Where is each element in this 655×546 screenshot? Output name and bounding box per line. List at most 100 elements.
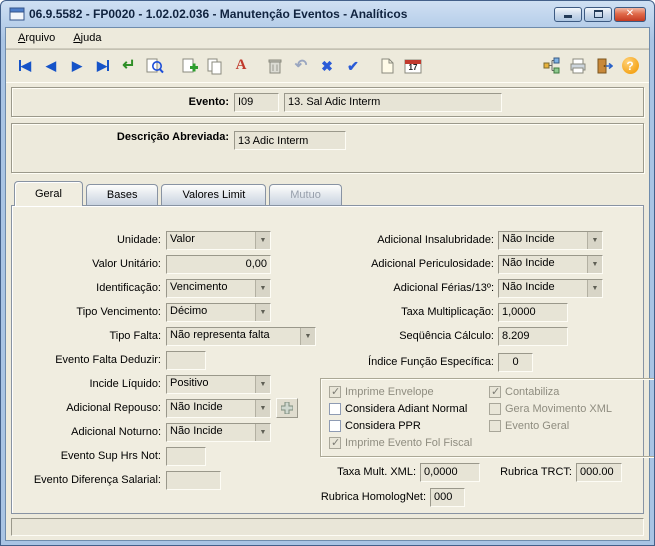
first-record-button[interactable]: ◀ (12, 53, 38, 79)
rubrica-trct-field[interactable] (576, 462, 622, 482)
adicional-noturno-label: Adicional Noturno: (71, 426, 161, 438)
minimize-button[interactable] (554, 6, 582, 22)
previous-record-button[interactable]: ◀ (38, 53, 64, 79)
menu-arquivo[interactable]: Arquivo (10, 30, 63, 46)
rubrica-homolognet-field[interactable] (430, 487, 465, 507)
new-note-button[interactable] (374, 53, 400, 79)
valor-unitario-label: Valor Unitário: (92, 258, 161, 270)
adicional-repouso-zoom-button[interactable] (276, 398, 298, 418)
evento-geral-label: Evento Geral (505, 420, 570, 432)
indice-funcao-especifica-field[interactable] (498, 352, 533, 372)
adicional-noturno-combo[interactable]: Não Incide ▼ (166, 422, 271, 442)
print-button[interactable] (565, 53, 591, 79)
undo-button[interactable]: ↶ (288, 53, 314, 79)
evento-falta-deduzir-label: Evento Falta Deduzir: (55, 354, 161, 366)
related-programs-button[interactable] (539, 53, 565, 79)
search-icon (146, 57, 164, 75)
copy-record-button[interactable] (202, 53, 228, 79)
close-button[interactable]: ✕ (614, 6, 646, 22)
tipo-vencimento-combo[interactable]: Décimo ▼ (166, 302, 271, 322)
exit-button[interactable] (591, 53, 617, 79)
tab-bases[interactable]: Bases (85, 184, 159, 205)
gera-movimento-xml-checkbox[interactable] (489, 403, 501, 415)
app-icon (9, 6, 25, 22)
chevron-down-icon[interactable]: ▼ (255, 375, 270, 393)
chevron-down-icon[interactable]: ▼ (255, 399, 270, 417)
identificacao-combo[interactable]: Vencimento ▼ (166, 278, 271, 298)
checkbox-row: Evento Geral (489, 418, 653, 434)
chevron-down-icon[interactable]: ▼ (255, 303, 270, 321)
cancel-button[interactable]: ✖ (314, 53, 340, 79)
chevron-down-icon[interactable]: ▼ (255, 279, 270, 297)
calendar-button[interactable]: 17 (400, 53, 426, 79)
contabiliza-label: Contabiliza (505, 386, 560, 398)
titlebar[interactable]: 06.9.5582 - FP0020 - 1.02.02.036 - Manut… (5, 1, 650, 27)
adicional-ferias-13-combo[interactable]: Não Incide ▼ (498, 278, 603, 298)
imprime-evento-fol-fiscal-label: Imprime Evento Fol Fiscal (345, 437, 473, 449)
considera-ppr-checkbox[interactable] (329, 420, 341, 432)
search-button[interactable] (142, 53, 168, 79)
descricao-abreviada-field[interactable] (234, 131, 346, 150)
previous-record-icon: ◀ (46, 58, 56, 73)
exit-icon (595, 57, 613, 75)
indice-funcao-especifica-label: Índice Função Específica: (368, 356, 494, 368)
evento-diferenca-salarial-field[interactable] (166, 470, 221, 490)
rubrica-trct-label: Rubrica TRCT: (500, 466, 572, 478)
evento-geral-checkbox[interactable] (489, 420, 501, 432)
menubar: Arquivo Ajuda (6, 28, 649, 49)
help-button[interactable]: ? (617, 53, 643, 79)
add-record-button[interactable] (176, 53, 202, 79)
evento-falta-deduzir-field[interactable] (166, 350, 206, 370)
evento-description-field[interactable] (284, 92, 502, 112)
chevron-down-icon[interactable]: ▼ (587, 279, 602, 297)
evento-code-field[interactable] (234, 92, 279, 112)
considera-adiant-normal-checkbox[interactable] (329, 403, 341, 415)
delete-record-button[interactable] (262, 53, 288, 79)
last-record-icon: ▶ (97, 58, 109, 73)
menu-ajuda[interactable]: Ajuda (65, 30, 109, 46)
identificacao-label: Identificação: (96, 282, 161, 294)
adicional-periculosidade-label: Adicional Periculosidade: (371, 258, 494, 270)
adicional-insalubridade-combo[interactable]: Não Incide ▼ (498, 230, 603, 250)
adicional-periculosidade-combo[interactable]: Não Incide ▼ (498, 254, 603, 274)
checkbox-row: Imprime Evento Fol Fiscal (329, 435, 489, 451)
sequencia-calculo-field[interactable] (498, 326, 568, 346)
chevron-down-icon[interactable]: ▼ (255, 423, 270, 441)
maximize-icon (593, 10, 603, 18)
copy-record-icon (206, 57, 224, 75)
last-record-button[interactable]: ▶ (90, 53, 116, 79)
valor-unitario-field[interactable] (166, 254, 271, 274)
chevron-down-icon[interactable]: ▼ (255, 231, 270, 249)
considera-ppr-label: Considera PPR (345, 420, 421, 432)
edit-font-button[interactable]: A (228, 53, 254, 79)
evento-sup-hrs-not-field[interactable] (166, 446, 206, 466)
tab-valores-limit[interactable]: Valores Limit (161, 184, 267, 205)
chevron-down-icon[interactable]: ▼ (587, 231, 602, 249)
chevron-down-icon[interactable]: ▼ (300, 327, 315, 345)
evento-label: Evento: (188, 96, 229, 108)
taxa-mult-xml-field[interactable] (420, 462, 480, 482)
taxa-multiplicacao-field[interactable] (498, 302, 568, 322)
calendar-icon: 17 (404, 57, 422, 75)
unidade-combo[interactable]: Valor ▼ (166, 230, 271, 250)
imprime-evento-fol-fiscal-checkbox[interactable] (329, 436, 341, 449)
chevron-down-icon[interactable]: ▼ (587, 255, 602, 273)
evento-sup-hrs-not-label: Evento Sup Hrs Not: (60, 450, 161, 462)
checkbox-row: Gera Movimento XML (489, 401, 653, 417)
incide-liquido-combo[interactable]: Positivo ▼ (166, 374, 271, 394)
checkbox-row: Contabiliza (489, 384, 653, 400)
next-record-icon: ▶ (72, 58, 82, 73)
print-icon (569, 57, 587, 75)
adicional-repouso-combo[interactable]: Não Incide ▼ (166, 398, 271, 418)
tab-geral[interactable]: Geral (14, 181, 83, 206)
next-record-button[interactable]: ▶ (64, 53, 90, 79)
go-button[interactable]: ↵ (116, 53, 142, 79)
tab-mutuo: Mutuo (269, 184, 342, 205)
adicional-ferias-13-label: Adicional Férias/13º: (393, 282, 494, 294)
maximize-button[interactable] (584, 6, 612, 22)
tipo-falta-combo[interactable]: Não representa falta ▼ (166, 326, 316, 346)
confirm-button[interactable]: ✔ (340, 53, 366, 79)
imprime-envelope-checkbox[interactable] (329, 385, 341, 398)
contabiliza-checkbox[interactable] (489, 385, 501, 398)
checkbox-row: Considera PPR (329, 418, 489, 434)
